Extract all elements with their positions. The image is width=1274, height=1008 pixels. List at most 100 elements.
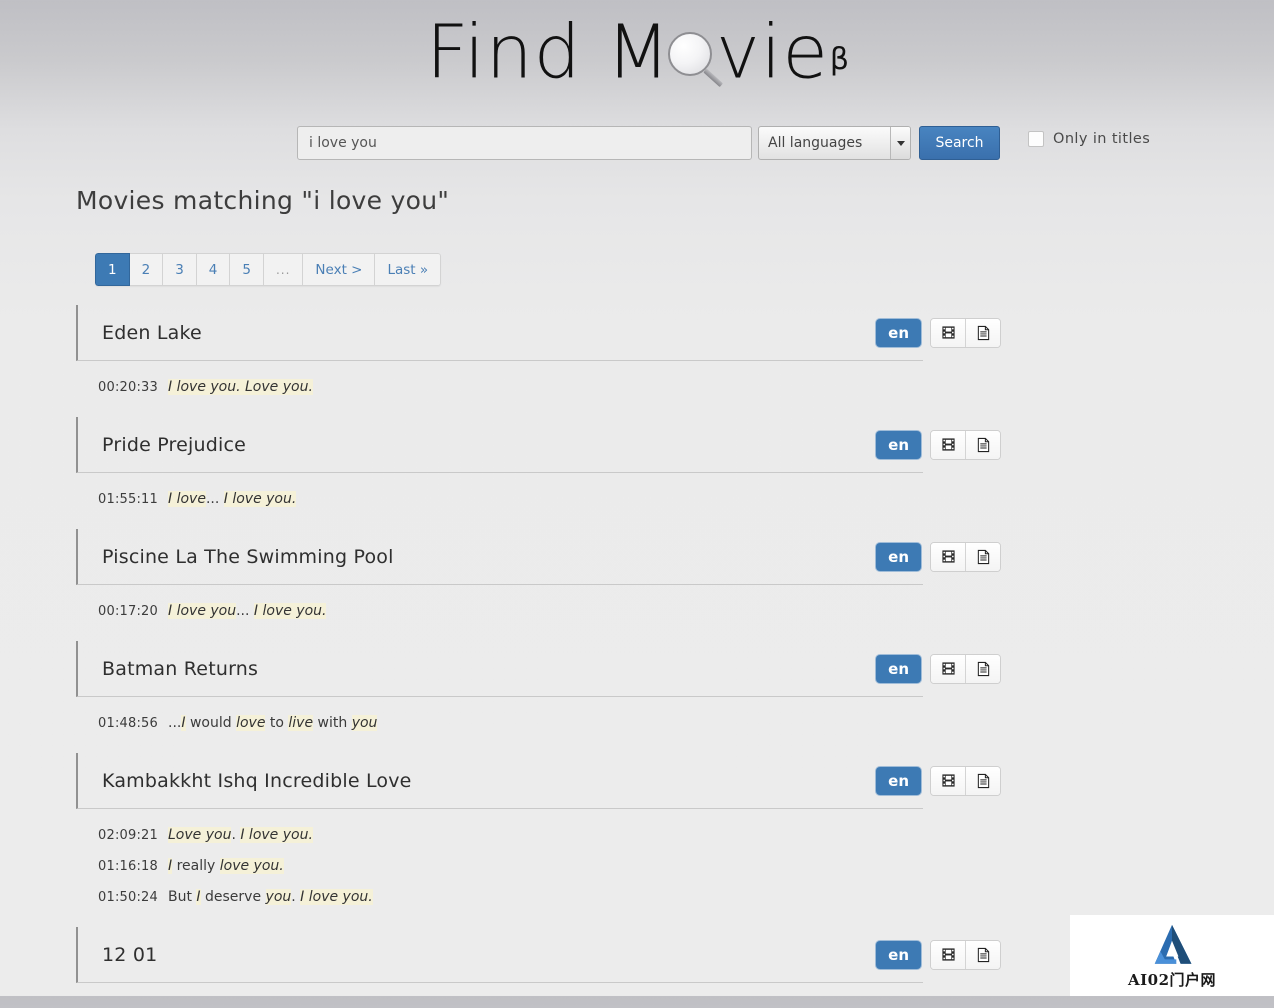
search-input[interactable]	[297, 126, 752, 160]
subtitle-button[interactable]	[965, 654, 1000, 683]
subtitle-timestamp: 02:09:21	[98, 828, 158, 843]
highlight-term: you	[351, 715, 378, 731]
language-badge[interactable]: en	[876, 542, 921, 571]
video-button[interactable]	[931, 430, 965, 459]
highlight-term: you	[265, 889, 292, 905]
document-icon	[977, 549, 989, 564]
highlight-term: Love you	[168, 827, 232, 843]
subtitle-button[interactable]	[965, 940, 1000, 969]
result-header: Pride Prejudice en	[76, 417, 1001, 473]
plain-term: really	[172, 858, 220, 874]
video-button[interactable]	[931, 654, 965, 683]
result-title[interactable]: Kambakkht Ishq Incredible Love	[78, 770, 412, 792]
language-badge[interactable]: en	[876, 766, 921, 795]
plain-term: with	[313, 715, 352, 731]
subtitle-text: I really love you.	[168, 858, 284, 874]
subtitle-match-line[interactable]: 01:16:18 I really love you.	[98, 851, 1176, 882]
language-select[interactable]: All languages	[758, 126, 911, 160]
pagination-item[interactable]: Next >	[303, 253, 376, 286]
result-actions: en	[876, 429, 1001, 460]
highlight-term: I love you.	[223, 491, 297, 507]
subtitle-text: I love... I love you.	[168, 491, 297, 507]
result-title[interactable]: 12 01	[78, 944, 157, 966]
subtitle-button[interactable]	[965, 542, 1000, 571]
magnifier-icon	[667, 31, 723, 87]
plain-term: ...	[205, 491, 224, 507]
subtitle-matches: 00:17:20 I love you... I love you.	[76, 585, 1176, 641]
highlight-term: love	[236, 715, 266, 731]
pagination: 1 2 3 4 5... Next > Last »	[95, 253, 442, 286]
result-icon-group	[930, 541, 1001, 572]
subtitle-matches: 00:20:33 I love you. Love you.	[76, 361, 1176, 417]
document-icon	[977, 325, 989, 340]
language-badge[interactable]: en	[876, 654, 921, 683]
plain-term: deserve	[200, 889, 266, 905]
pagination-item[interactable]: 4	[196, 253, 231, 286]
pagination-item[interactable]: 1	[95, 253, 130, 286]
page-header: Find M vieβ	[0, 0, 1274, 108]
result-item: Kambakkht Ishq Incredible Love en 02:09:21…	[76, 753, 1176, 927]
subtitle-matches: 01:48:56 ...I would love to live with you	[76, 697, 1176, 753]
subtitle-text: I love you. Love you.	[168, 379, 313, 395]
subtitle-match-line[interactable]: 00:17:20 I love you... I love you.	[98, 596, 1176, 627]
language-badge[interactable]: en	[876, 940, 921, 969]
video-button[interactable]	[931, 542, 965, 571]
film-strip-icon	[941, 438, 955, 451]
pagination-item[interactable]: Last »	[375, 253, 442, 286]
subtitle-match-line[interactable]: 00:20:33 I love you. Love you.	[98, 372, 1176, 403]
highlight-term: love you.	[219, 858, 284, 874]
subtitle-match-line[interactable]: 01:48:56 ...I would love to live with you	[98, 708, 1176, 739]
subtitle-timestamp: 00:20:33	[98, 380, 158, 395]
site-logo: Find M vieβ	[0, 2, 1274, 102]
pagination-item[interactable]: 5	[230, 253, 264, 286]
only-in-titles-checkbox-group[interactable]: Only in titles	[1028, 122, 1150, 156]
film-strip-icon	[941, 662, 955, 675]
plain-term: would	[185, 715, 237, 731]
highlight-term: I love you.	[253, 603, 327, 619]
video-button[interactable]	[931, 318, 965, 347]
film-strip-icon	[941, 948, 955, 961]
result-header: Piscine La The Swimming Pool en	[76, 529, 1001, 585]
subtitle-button[interactable]	[965, 318, 1000, 347]
result-header: Kambakkht Ishq Incredible Love en	[76, 753, 1001, 809]
document-icon	[977, 773, 989, 788]
video-button[interactable]	[931, 766, 965, 795]
result-icon-group	[930, 653, 1001, 684]
highlight-term: I love you.	[240, 827, 313, 843]
logo-text-after: vie	[715, 9, 829, 96]
result-title[interactable]: Pride Prejudice	[78, 434, 246, 456]
only-in-titles-checkbox[interactable]	[1028, 131, 1044, 147]
subtitle-text: I love you... I love you.	[168, 603, 327, 619]
subtitle-timestamp: 00:17:20	[98, 604, 158, 619]
pagination-item[interactable]: 2	[129, 253, 164, 286]
language-badge[interactable]: en	[876, 318, 921, 347]
video-button[interactable]	[931, 940, 965, 969]
highlight-term: live	[288, 715, 314, 731]
subtitle-timestamp: 01:48:56	[98, 716, 158, 731]
subtitle-timestamp: 01:50:24	[98, 890, 158, 905]
subtitle-match-line[interactable]: 01:55:11 I love... I love you.	[98, 484, 1176, 515]
result-title[interactable]: Piscine La The Swimming Pool	[78, 546, 394, 568]
result-item: Piscine La The Swimming Pool en 00:17:20 I …	[76, 529, 1176, 641]
result-title[interactable]: Eden Lake	[78, 322, 202, 344]
subtitle-button[interactable]	[965, 766, 1000, 795]
plain-term: .	[231, 827, 241, 843]
highlight-term: I love you.	[300, 889, 373, 905]
pagination-item[interactable]: 3	[163, 253, 197, 286]
subtitle-button[interactable]	[965, 430, 1000, 459]
subtitle-match-line[interactable]: 02:09:21 Love you. I love you.	[98, 820, 1176, 851]
results-list: Eden Lake en 00:20:33 I love you. Love you.…	[76, 305, 1176, 1008]
language-badge[interactable]: en	[876, 430, 921, 459]
subtitle-text: But I deserve you. I love you.	[168, 889, 373, 905]
result-icon-group	[930, 429, 1001, 460]
subtitle-match-line[interactable]: 01:50:24 But I deserve you. I love you.	[98, 882, 1176, 913]
result-actions: en	[876, 317, 1001, 348]
search-button[interactable]: Search	[919, 126, 1000, 160]
result-title[interactable]: Batman Returns	[78, 658, 258, 680]
pagination-item[interactable]: ...	[263, 253, 304, 286]
result-header: Eden Lake en	[76, 305, 1001, 361]
result-icon-group	[930, 939, 1001, 970]
chevron-down-icon[interactable]	[890, 127, 910, 159]
result-icon-group	[930, 765, 1001, 796]
document-icon	[977, 947, 989, 962]
